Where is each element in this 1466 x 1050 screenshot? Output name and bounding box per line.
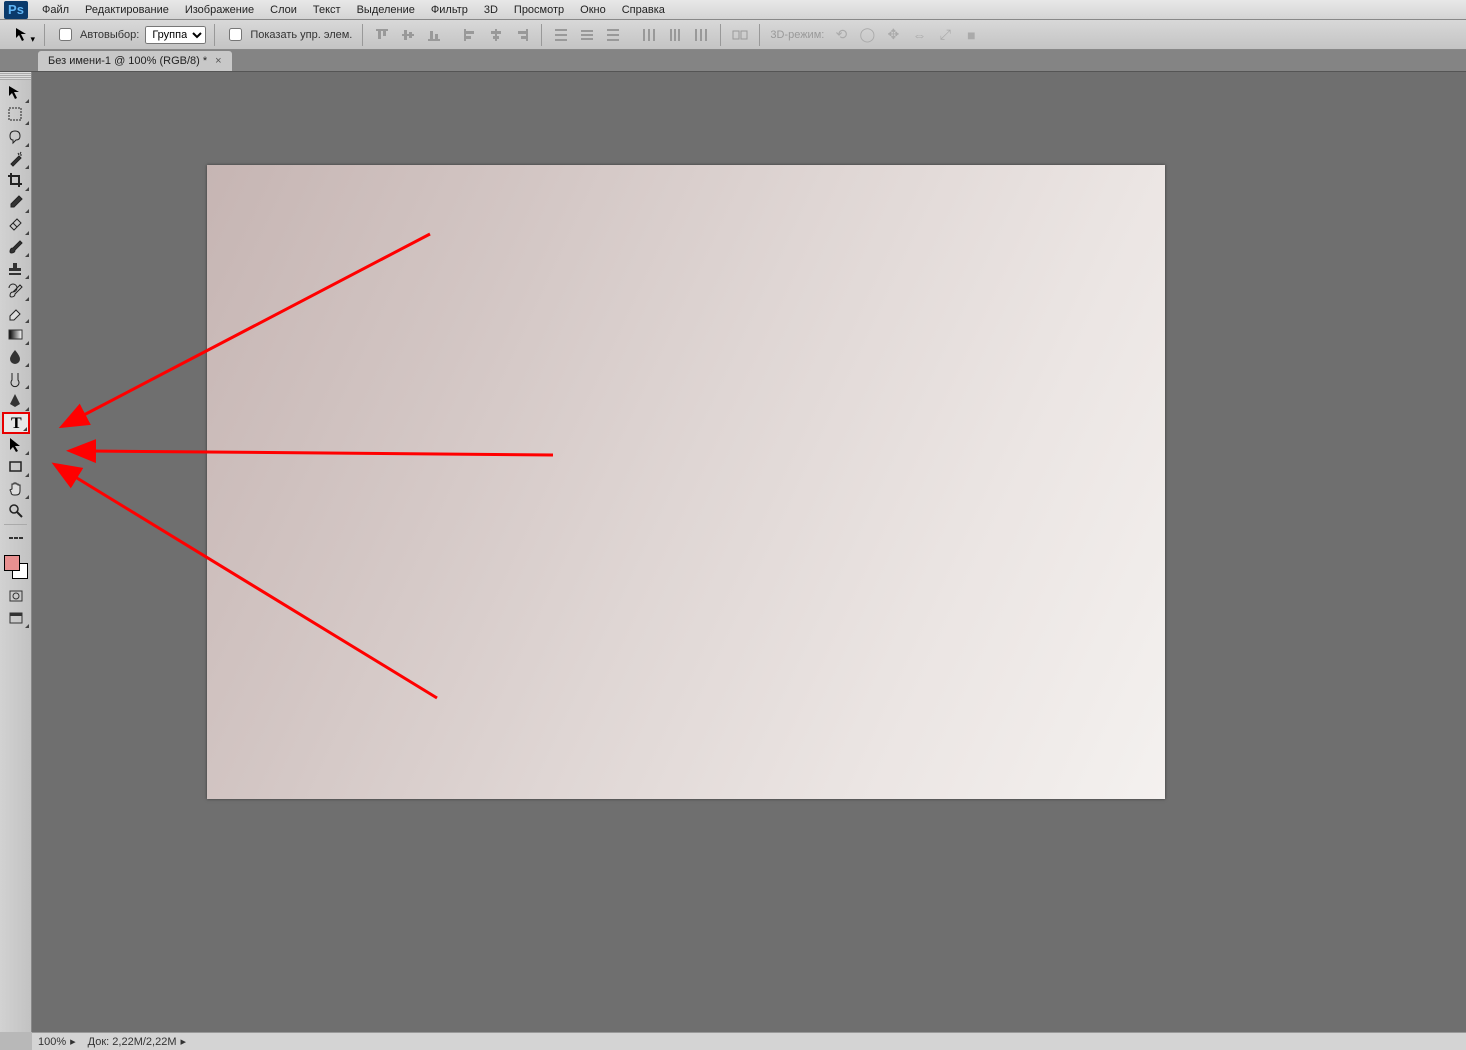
show-transform-label: Показать упр. элем. <box>250 29 352 41</box>
menu-текст[interactable]: Текст <box>305 2 349 18</box>
3d-slide-icon: ⇔ <box>908 25 930 45</box>
align-top-icon <box>371 25 393 45</box>
workspace[interactable] <box>32 72 1466 1032</box>
document-tab-title: Без имени-1 @ 100% (RGB/8) * <box>48 55 207 67</box>
close-tab-icon[interactable]: × <box>215 55 221 67</box>
menu-фильтр[interactable]: Фильтр <box>423 2 476 18</box>
menu-справка[interactable]: Справка <box>614 2 673 18</box>
quick-mask-button[interactable] <box>2 585 30 607</box>
palette-grip[interactable] <box>0 72 31 80</box>
status-zoom[interactable]: 100% <box>38 1036 66 1048</box>
crop-tool[interactable] <box>2 170 30 192</box>
svg-text:T: T <box>11 415 22 432</box>
tool-palette: T <box>0 72 32 1032</box>
divider <box>4 524 27 525</box>
history-brush-tool[interactable] <box>2 280 30 302</box>
3d-rotate-icon: ⟲ <box>830 25 852 45</box>
align-right-icon <box>511 25 533 45</box>
hand-tool[interactable] <box>2 478 30 500</box>
menu-слои[interactable]: Слои <box>262 2 305 18</box>
auto-select-target-select[interactable]: Группа <box>145 26 206 44</box>
align-bottom-icon <box>423 25 445 45</box>
auto-select-checkbox[interactable] <box>59 28 72 41</box>
eyedropper-tool[interactable] <box>2 192 30 214</box>
color-swatches[interactable] <box>2 553 30 581</box>
menu-файл[interactable]: Файл <box>34 2 77 18</box>
auto-align-icon <box>729 25 751 45</box>
separator <box>720 24 721 46</box>
brush-tool[interactable] <box>2 236 30 258</box>
options-bar: ▾ Автовыбор: Группа Показать упр. элем. … <box>0 20 1466 50</box>
healing-brush-tool[interactable] <box>2 214 30 236</box>
zoom-tool[interactable] <box>2 500 30 522</box>
foreground-color-swatch[interactable] <box>4 555 20 571</box>
distribute-vcenter-icon <box>576 25 598 45</box>
pen-tool[interactable] <box>2 390 30 412</box>
separator <box>759 24 760 46</box>
document-tab-bar: Без имени-1 @ 100% (RGB/8) * × <box>0 50 1466 72</box>
mode-3d-label: 3D-режим: <box>770 29 824 41</box>
app-logo-icon: Ps <box>4 1 28 19</box>
3d-roll-icon: ◯ <box>856 25 878 45</box>
status-bar: 100% ▸ Док: 2,22M/2,22M ▸ <box>32 1032 1466 1050</box>
path-selection-tool[interactable] <box>2 434 30 456</box>
menu-bar: Ps ФайлРедактированиеИзображениеСлоиТекс… <box>0 0 1466 20</box>
distribute-hcenter-icon <box>664 25 686 45</box>
menu-изображение[interactable]: Изображение <box>177 2 262 18</box>
rectangle-tool[interactable] <box>2 456 30 478</box>
distribute-bottom-icon <box>602 25 624 45</box>
align-hcenter-icon <box>485 25 507 45</box>
3d-pan-icon: ✥ <box>882 25 904 45</box>
dodge-tool[interactable] <box>2 368 30 390</box>
stamp-tool[interactable] <box>2 258 30 280</box>
status-arrow-icon[interactable]: ▸ <box>181 1035 187 1048</box>
menu-редактирование[interactable]: Редактирование <box>77 2 177 18</box>
gradient-tool[interactable] <box>2 324 30 346</box>
menu-просмотр[interactable]: Просмотр <box>506 2 572 18</box>
zoom-arrow-icon[interactable]: ▸ <box>70 1035 76 1048</box>
3d-camera-icon: ■ <box>960 25 982 45</box>
type-tool[interactable]: T <box>2 412 30 434</box>
align-vcenter-icon <box>397 25 419 45</box>
separator <box>362 24 363 46</box>
separator <box>44 24 45 46</box>
document-tab[interactable]: Без имени-1 @ 100% (RGB/8) * × <box>38 51 232 71</box>
auto-select-label: Автовыбор: <box>80 29 139 41</box>
document-canvas[interactable] <box>207 165 1165 799</box>
screen-mode-button[interactable] <box>2 607 30 629</box>
distribute-top-icon <box>550 25 572 45</box>
separator <box>214 24 215 46</box>
distribute-right-icon <box>690 25 712 45</box>
magic-wand-tool[interactable] <box>2 148 30 170</box>
align-left-icon <box>459 25 481 45</box>
move-tool[interactable] <box>2 82 30 104</box>
3d-scale-icon: ⤢ <box>934 25 956 45</box>
status-doc-size: Док: 2,22M/2,22M <box>88 1036 177 1048</box>
marquee-tool[interactable] <box>2 104 30 126</box>
blur-tool[interactable] <box>2 346 30 368</box>
show-transform-checkbox[interactable] <box>229 28 242 41</box>
separator <box>541 24 542 46</box>
edit-toolbar-button[interactable] <box>2 527 30 549</box>
lasso-tool[interactable] <box>2 126 30 148</box>
menu-3d[interactable]: 3D <box>476 2 506 18</box>
menu-окно[interactable]: Окно <box>572 2 614 18</box>
menu-выделение[interactable]: Выделение <box>349 2 423 18</box>
current-tool-icon[interactable]: ▾ <box>12 25 36 45</box>
distribute-left-icon <box>638 25 660 45</box>
eraser-tool[interactable] <box>2 302 30 324</box>
